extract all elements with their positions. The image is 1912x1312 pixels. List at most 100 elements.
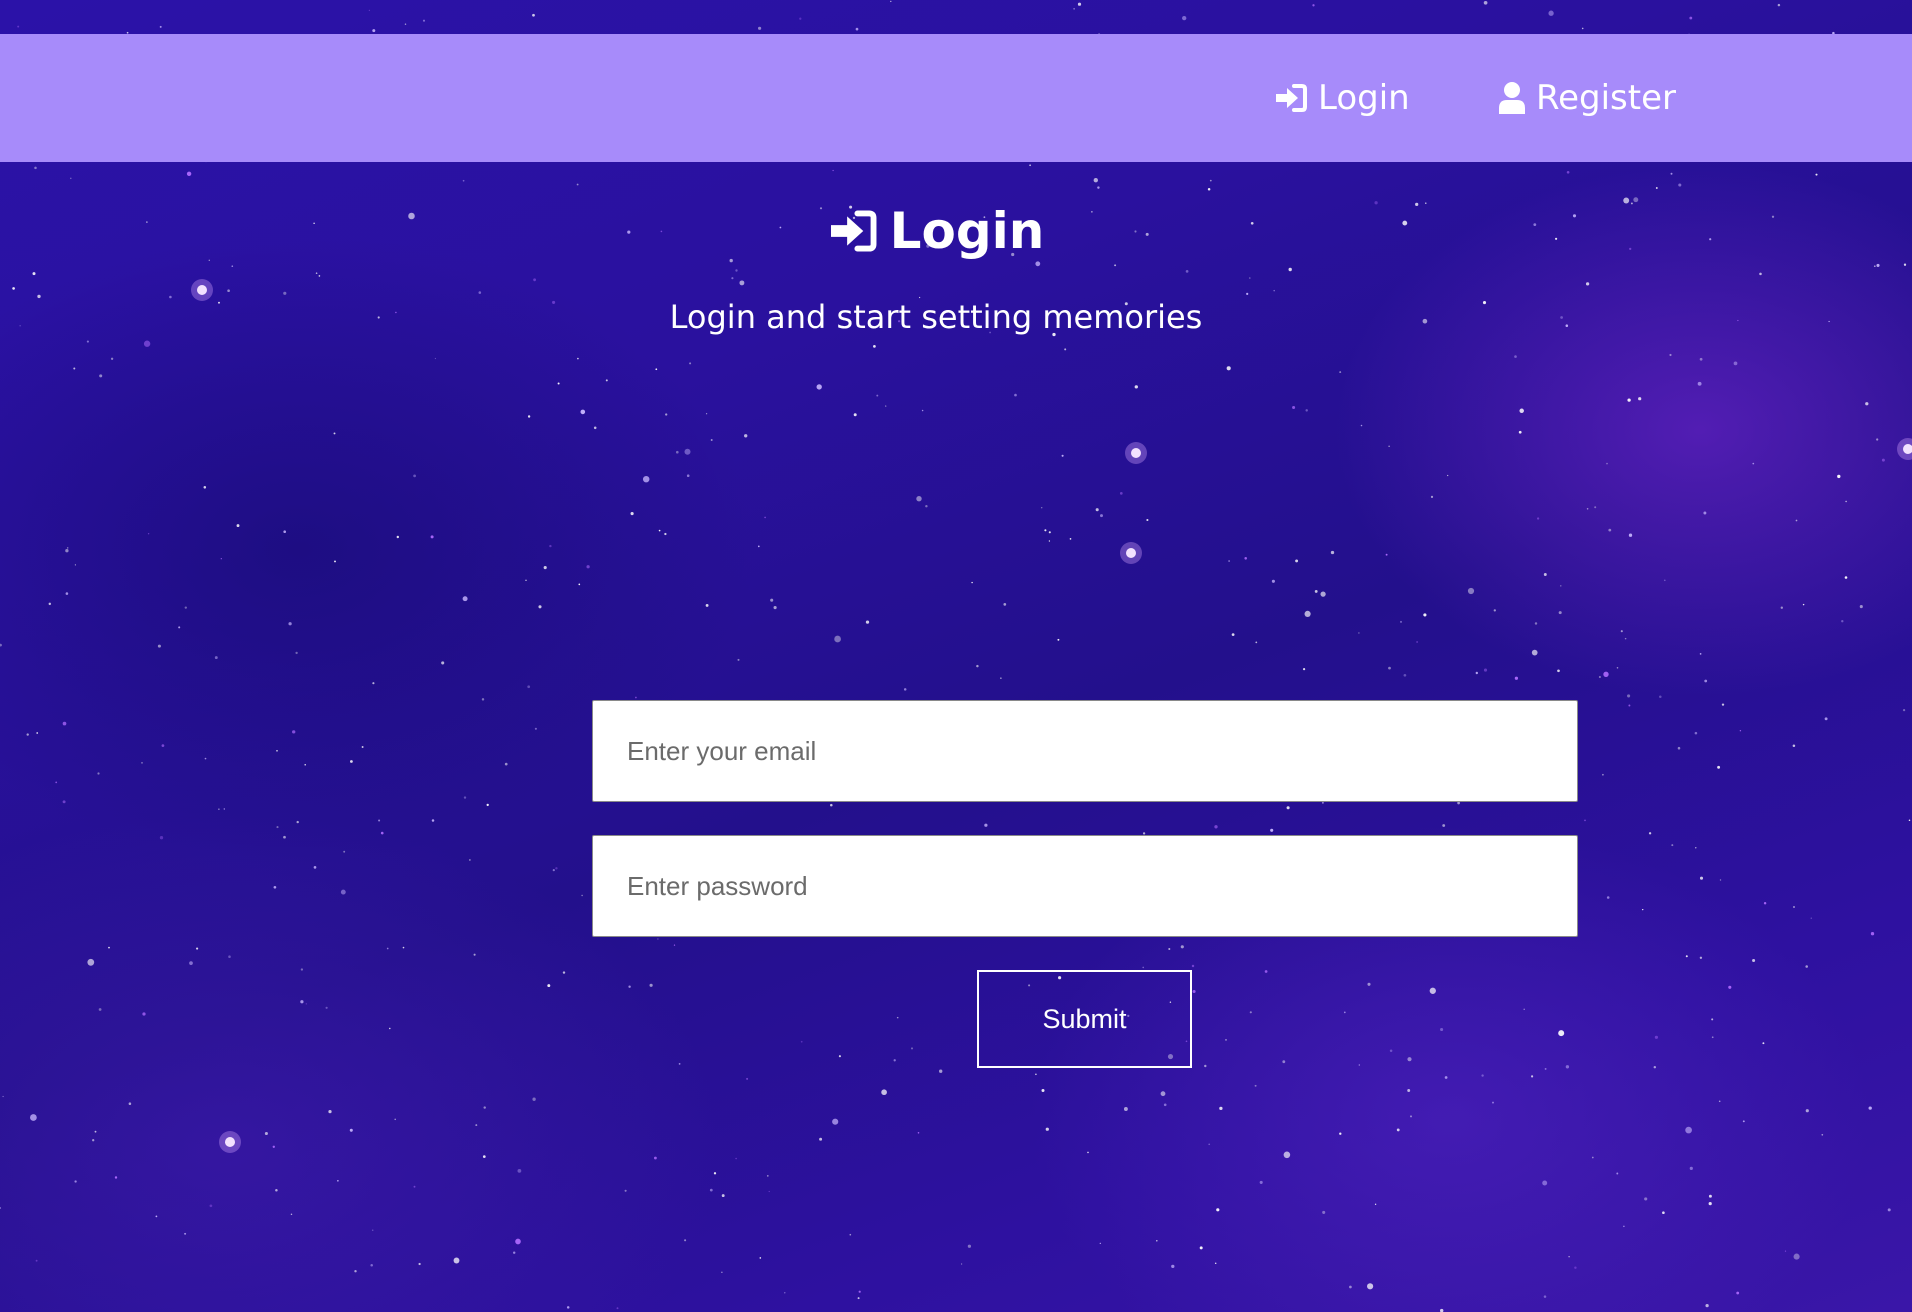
star xyxy=(893,1059,896,1062)
star xyxy=(543,566,547,570)
star xyxy=(1095,508,1099,512)
star xyxy=(735,1157,737,1160)
star xyxy=(74,564,76,566)
star xyxy=(903,688,907,691)
star xyxy=(283,835,286,839)
star xyxy=(1628,533,1633,537)
star xyxy=(1423,613,1427,617)
star xyxy=(838,1055,841,1058)
star xyxy=(758,26,762,30)
star xyxy=(1246,292,1249,296)
star xyxy=(276,749,278,752)
star xyxy=(482,1155,486,1158)
sign-in-icon xyxy=(828,209,878,253)
star xyxy=(1752,462,1755,465)
star xyxy=(1627,398,1631,402)
star xyxy=(1045,1127,1049,1131)
nav-register-link[interactable]: Register xyxy=(1498,34,1676,162)
star xyxy=(1214,1262,1217,1265)
star xyxy=(1219,1106,1223,1111)
star xyxy=(532,13,535,17)
star xyxy=(228,955,231,958)
star xyxy=(849,1233,852,1236)
star xyxy=(1264,970,1268,973)
star xyxy=(1100,514,1103,518)
email-field[interactable] xyxy=(592,700,1578,802)
star xyxy=(1627,694,1631,698)
star xyxy=(87,958,95,966)
star xyxy=(1585,282,1590,286)
star xyxy=(534,727,537,730)
star xyxy=(73,367,76,370)
star xyxy=(746,1077,749,1080)
star xyxy=(413,1185,416,1188)
star xyxy=(1805,965,1808,968)
star xyxy=(1805,1109,1809,1113)
star xyxy=(1457,801,1460,805)
star xyxy=(1678,183,1682,187)
star xyxy=(453,1257,460,1264)
star xyxy=(1733,361,1738,366)
star xyxy=(189,961,193,965)
star xyxy=(527,685,531,689)
star xyxy=(1367,1283,1374,1290)
star xyxy=(1565,1065,1570,1069)
star xyxy=(1171,1264,1175,1269)
nav-login-link[interactable]: Login xyxy=(1274,34,1410,162)
star xyxy=(819,1137,823,1141)
star xyxy=(1514,355,1517,358)
star xyxy=(721,1271,723,1273)
star xyxy=(1821,1133,1824,1136)
star xyxy=(678,1063,681,1065)
star xyxy=(434,357,436,360)
star xyxy=(1273,289,1275,292)
star xyxy=(1339,371,1342,374)
star xyxy=(1870,932,1875,936)
star xyxy=(70,177,72,180)
star xyxy=(1069,538,1072,540)
star xyxy=(209,1204,213,1208)
star xyxy=(147,533,150,535)
star xyxy=(66,547,69,549)
password-field[interactable] xyxy=(592,835,1578,937)
star xyxy=(1548,10,1554,16)
glow-star-core xyxy=(197,285,207,295)
star xyxy=(1662,1211,1665,1215)
star xyxy=(1388,666,1391,670)
star xyxy=(1209,179,1212,182)
star xyxy=(1728,985,1732,989)
star xyxy=(1358,632,1360,634)
star xyxy=(1903,263,1907,266)
star xyxy=(1659,695,1662,698)
star xyxy=(108,946,110,949)
star xyxy=(1591,1156,1594,1159)
star xyxy=(642,475,650,483)
star xyxy=(1475,671,1478,675)
star xyxy=(1430,495,1434,499)
star xyxy=(1844,576,1848,579)
star xyxy=(1035,1073,1037,1076)
star xyxy=(1859,605,1863,609)
star xyxy=(305,1003,307,1005)
star xyxy=(469,859,471,861)
star xyxy=(1442,824,1446,827)
star xyxy=(1142,966,1145,969)
star xyxy=(161,744,165,747)
star xyxy=(32,272,36,276)
star xyxy=(1685,1126,1692,1134)
star xyxy=(223,808,225,810)
submit-button[interactable]: Submit xyxy=(977,970,1192,1068)
star xyxy=(1305,409,1308,412)
star xyxy=(99,374,103,378)
star xyxy=(925,504,928,508)
star xyxy=(486,803,489,807)
star xyxy=(0,643,2,647)
star xyxy=(462,179,465,182)
star xyxy=(1044,529,1047,532)
star xyxy=(770,598,774,602)
star xyxy=(1360,424,1363,427)
star xyxy=(1123,1107,1128,1111)
star xyxy=(1598,675,1601,679)
star xyxy=(512,1251,516,1254)
star xyxy=(483,1106,486,1109)
